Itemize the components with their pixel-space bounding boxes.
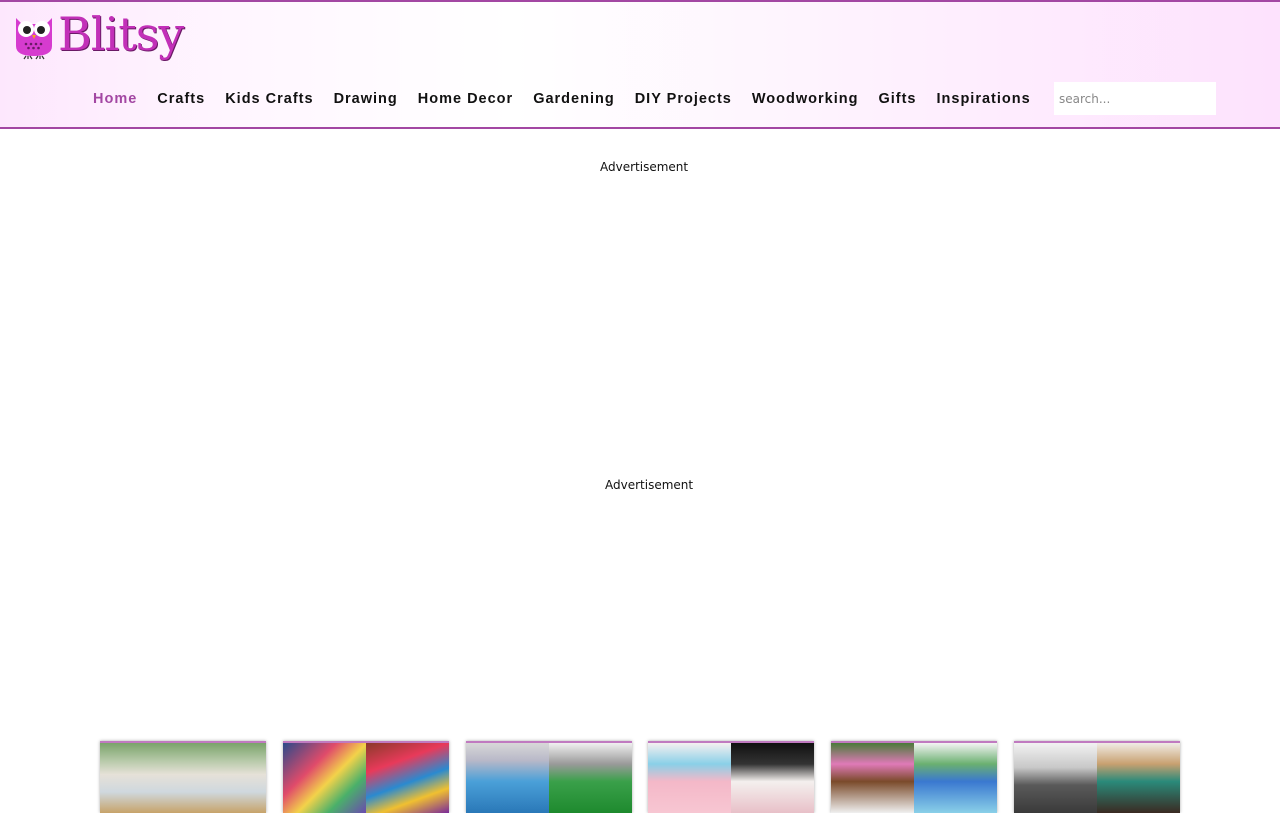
article-card[interactable]	[283, 741, 449, 813]
nav-crafts[interactable]: Crafts	[147, 88, 215, 110]
article-thumbnail	[648, 743, 731, 813]
nav-diy-projects[interactable]: DIY Projects	[625, 88, 742, 110]
main-nav: Home Crafts Kids Crafts Drawing Home Dec…	[83, 88, 1041, 110]
advertisement-label: Advertisement	[600, 160, 689, 174]
site-logo[interactable]: Blitsy	[12, 7, 184, 61]
logo-text: Blitsy	[58, 7, 184, 61]
nav-woodworking[interactable]: Woodworking	[742, 88, 869, 110]
article-thumbnail	[366, 743, 449, 813]
article-card[interactable]	[831, 741, 997, 813]
article-thumbnail	[1014, 743, 1097, 813]
article-card[interactable]	[648, 741, 814, 813]
search-input[interactable]	[1054, 82, 1216, 115]
owl-logo-icon	[16, 18, 52, 60]
article-thumbnail	[466, 743, 549, 813]
article-thumbnail	[549, 743, 632, 813]
article-card[interactable]	[466, 741, 632, 813]
advertisement-label: Advertisement	[605, 478, 694, 492]
article-thumbnail	[731, 743, 814, 813]
article-thumbnail	[100, 743, 266, 813]
site-header: Blitsy Home Crafts Kids Crafts Drawing H…	[0, 0, 1280, 129]
nav-gardening[interactable]: Gardening	[523, 88, 625, 110]
article-thumbnail	[1097, 743, 1180, 813]
nav-home[interactable]: Home	[83, 88, 147, 110]
article-thumbnail	[914, 743, 997, 813]
article-thumbnail	[831, 743, 914, 813]
nav-inspirations[interactable]: Inspirations	[927, 88, 1041, 110]
article-card[interactable]	[1014, 741, 1180, 813]
nav-home-decor[interactable]: Home Decor	[408, 88, 523, 110]
article-thumbnail	[283, 743, 366, 813]
nav-gifts[interactable]: Gifts	[868, 88, 926, 110]
nav-drawing[interactable]: Drawing	[324, 88, 408, 110]
article-card[interactable]	[100, 741, 266, 813]
nav-kids-crafts[interactable]: Kids Crafts	[215, 88, 323, 110]
